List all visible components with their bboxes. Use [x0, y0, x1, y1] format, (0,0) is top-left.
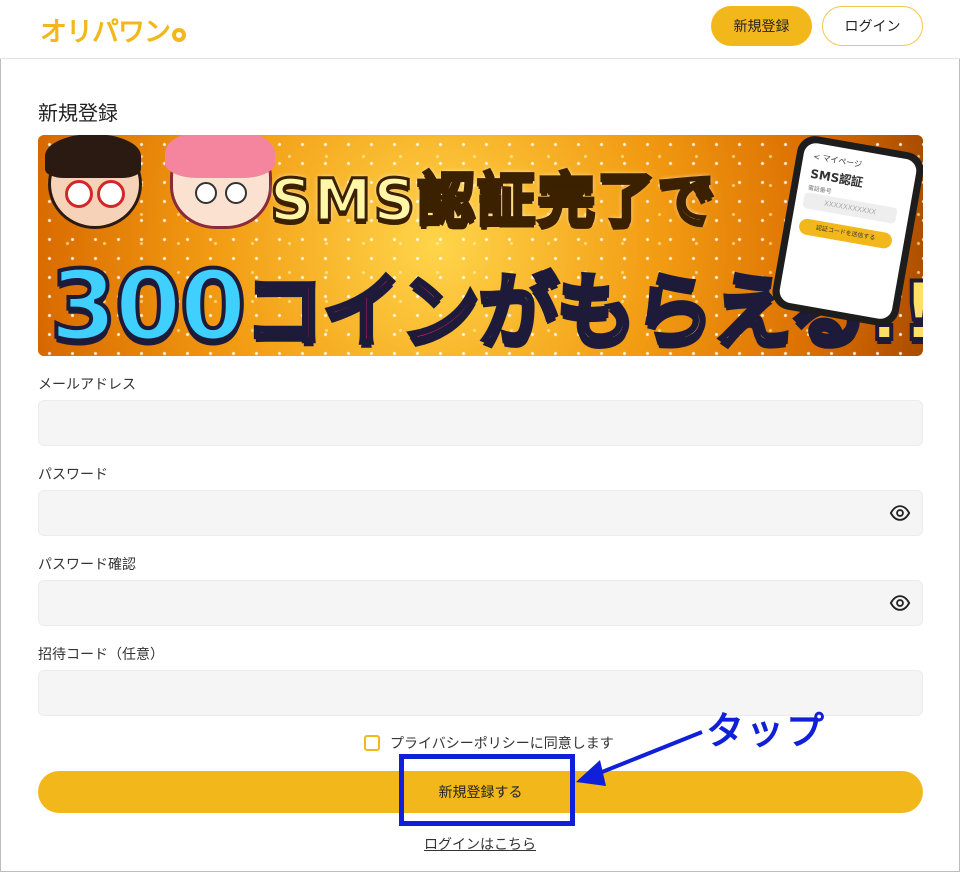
header-login-button[interactable]: ログイン: [822, 6, 923, 46]
character-boy-illustration: [45, 135, 142, 229]
phone-field: XXXXXXXXXXX: [802, 191, 898, 225]
tap-highlight-box: [399, 754, 575, 826]
header-register-button[interactable]: 新規登録: [711, 6, 812, 46]
login-link-row: ログインはこちら: [0, 834, 960, 854]
banner-characters: [42, 135, 275, 229]
login-link[interactable]: ログインはこちら: [424, 837, 536, 853]
logo-mark-icon: [172, 28, 186, 42]
password-confirm-field[interactable]: [38, 580, 923, 626]
password-label: パスワード: [38, 467, 108, 483]
banner-headline: SMS認証完了で: [268, 165, 718, 236]
password-field[interactable]: [38, 490, 923, 536]
email-field[interactable]: [38, 400, 923, 446]
banner-amount: 300: [48, 248, 248, 356]
show-password-confirm-eye-icon[interactable]: [889, 592, 911, 614]
page-title: 新規登録: [38, 101, 118, 125]
invite-code-label: 招待コード（任意）: [38, 647, 164, 663]
banner-coin-word: コイン: [242, 263, 482, 356]
sms-campaign-banner[interactable]: SMS認証完了で 300コインがもらえる!!!! < マイページ SMS認証 電…: [38, 135, 923, 356]
email-label: メールアドレス: [38, 377, 136, 393]
show-password-eye-icon[interactable]: [889, 502, 911, 524]
tap-arrow-icon: [576, 730, 703, 786]
site-header: オリパワン 新規登録 ログイン: [0, 0, 960, 59]
logo-text: オリパワン: [40, 17, 171, 48]
privacy-agree-checkbox[interactable]: [364, 735, 380, 751]
site-logo[interactable]: オリパワン: [40, 10, 186, 49]
tap-annotation-label: タップ: [706, 709, 827, 753]
password-confirm-label: パスワード確認: [38, 557, 136, 573]
phone-send-button: 認証コードを送信する: [797, 217, 894, 250]
character-girl-illustration: [165, 135, 275, 229]
